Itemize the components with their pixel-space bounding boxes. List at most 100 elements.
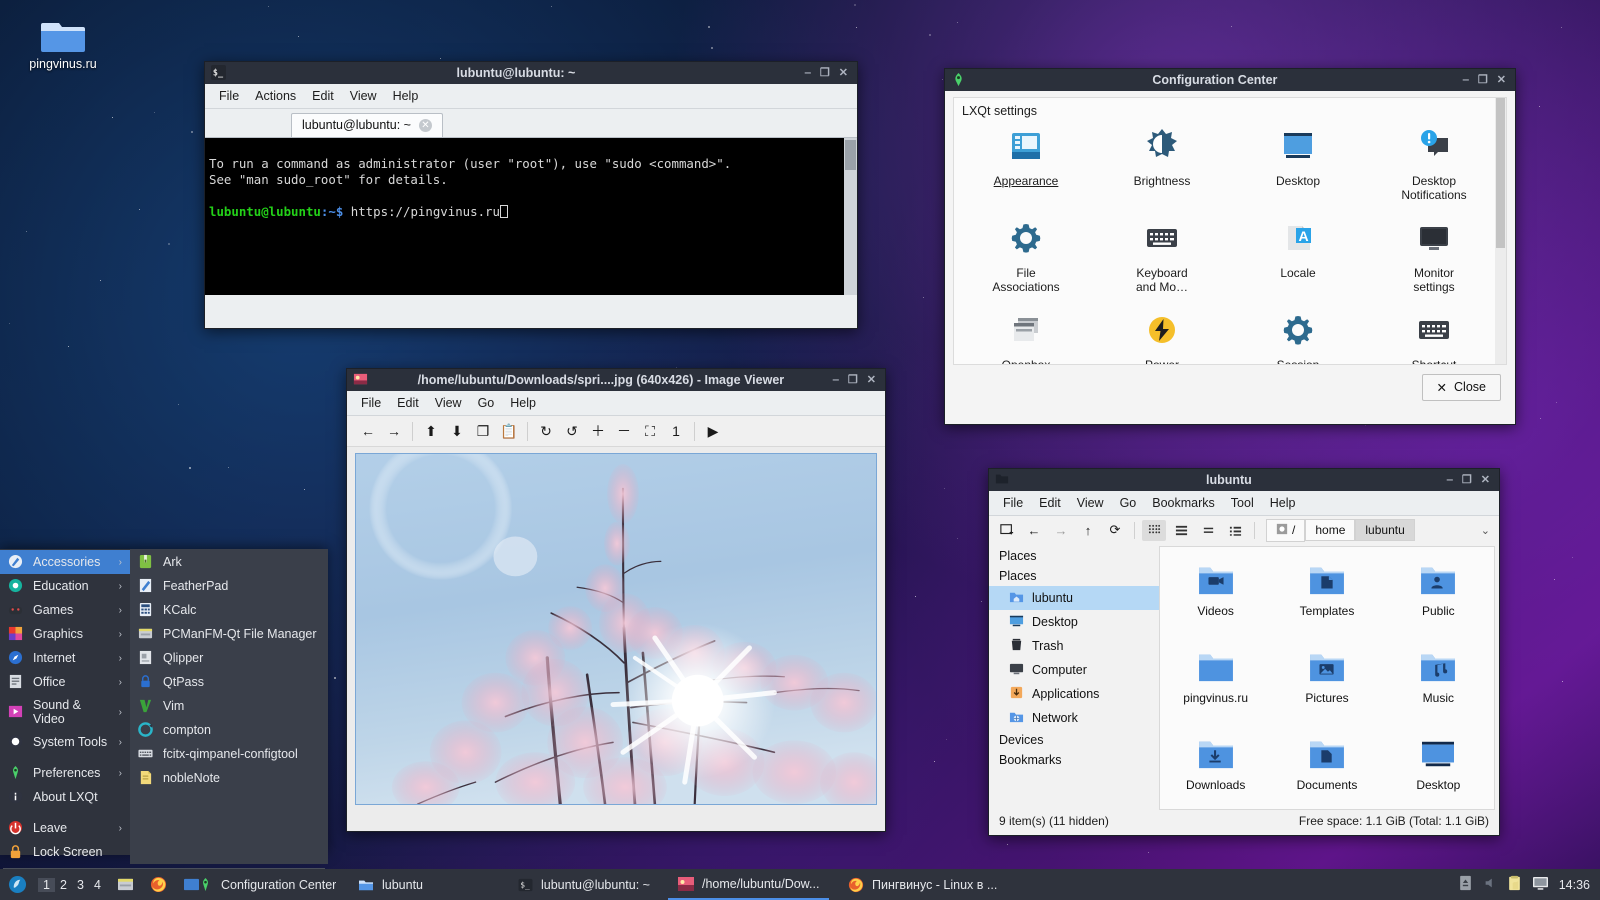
- rotate-left-icon[interactable]: ↺: [559, 420, 585, 442]
- eject-icon[interactable]: [1458, 875, 1473, 894]
- terminal-tabbar[interactable]: lubuntu@lubuntu: ~ ✕: [205, 109, 857, 138]
- close-button[interactable]: ✕ Close: [1421, 373, 1501, 401]
- menu-app-ark[interactable]: Ark: [130, 550, 328, 574]
- config-item-power-management[interactable]: Power Management: [1094, 306, 1230, 364]
- config-item-openbox-settings[interactable]: Openbox Settings: [958, 306, 1094, 364]
- config-item-keyboard-and-mo[interactable]: Keyboard and Mo…: [1094, 214, 1230, 300]
- maximize-button[interactable]: ❐: [1478, 74, 1488, 86]
- clipboard-icon[interactable]: [1507, 875, 1522, 894]
- menu-tool[interactable]: Tool: [1223, 493, 1262, 513]
- task-button-3[interactable]: /home/lubuntu/Dow...: [668, 869, 830, 900]
- menu-app-qtpass[interactable]: QtPass: [130, 670, 328, 694]
- menu-category-about-lxqt[interactable]: About LXQt: [0, 785, 130, 809]
- forward-icon[interactable]: →: [1049, 520, 1073, 541]
- firefox-launcher-icon[interactable]: [142, 869, 175, 900]
- minimize-button[interactable]: ‒: [1463, 74, 1469, 86]
- new-tab-icon[interactable]: [995, 520, 1019, 541]
- workspace-3[interactable]: 3: [72, 878, 89, 892]
- thumbnail-view-icon[interactable]: [1169, 520, 1193, 541]
- menu-go[interactable]: Go: [470, 393, 503, 413]
- display-icon[interactable]: [1532, 876, 1549, 894]
- maximize-button[interactable]: ❐: [848, 374, 858, 386]
- detailed-list-view-icon[interactable]: [1223, 520, 1247, 541]
- start-menu[interactable]: Accessories › Education › Games › Graphics › Int…: [0, 549, 328, 892]
- slideshow-icon[interactable]: ▶: [700, 420, 726, 442]
- file-item-desktop[interactable]: Desktop: [1383, 722, 1494, 809]
- terminal-titlebar[interactable]: $_ lubuntu@lubuntu: ~ ‒ ❐ ✕: [205, 62, 857, 84]
- menu-app-pcmanfm-qt-file-manager[interactable]: PCManFM-Qt File Manager: [130, 622, 328, 646]
- workspace-4[interactable]: 4: [89, 878, 106, 892]
- maximize-button[interactable]: ❐: [820, 67, 830, 79]
- file-manager-menubar[interactable]: File Edit View Go Bookmarks Tool Help: [989, 491, 1499, 516]
- config-item-locale[interactable]: A Locale: [1230, 214, 1366, 300]
- system-tray[interactable]: 14:36: [1458, 875, 1600, 894]
- minimize-button[interactable]: ‒: [833, 374, 839, 386]
- places-list[interactable]: lubuntu Desktop Trash Computer Applications N…: [989, 586, 1159, 730]
- menu-app-featherpad[interactable]: FeatherPad: [130, 574, 328, 598]
- next-icon[interactable]: →: [381, 420, 407, 442]
- place-item-network[interactable]: Network: [989, 706, 1159, 730]
- menu-category-leave[interactable]: Leave ›: [0, 816, 130, 840]
- menu-category-lock-screen[interactable]: Lock Screen: [0, 840, 130, 864]
- file-item-downloads[interactable]: Downloads: [1160, 722, 1271, 809]
- file-item-pingvinus-ru[interactable]: pingvinus.ru: [1160, 634, 1271, 721]
- task-button-0[interactable]: Configuration Center: [188, 869, 346, 900]
- menu-go[interactable]: Go: [1112, 493, 1145, 513]
- minimize-button[interactable]: ‒: [805, 67, 811, 79]
- file-item-templates[interactable]: Templates: [1271, 547, 1382, 634]
- terminal-tab[interactable]: lubuntu@lubuntu: ~ ✕: [291, 113, 443, 137]
- file-item-videos[interactable]: Videos: [1160, 547, 1271, 634]
- file-manager-titlebar[interactable]: lubuntu ‒ ❐ ✕: [989, 469, 1499, 491]
- config-titlebar[interactable]: Configuration Center ‒ ❐ ✕: [945, 69, 1515, 91]
- paste-icon[interactable]: 📋: [496, 420, 522, 442]
- menu-help[interactable]: Help: [385, 86, 427, 106]
- file-manager-toolbar[interactable]: ← → ↑ ⟳ / home lubuntu ⌄: [989, 516, 1499, 544]
- zoom-in-icon[interactable]: ＋: [585, 420, 611, 442]
- task-button-1[interactable]: lubuntu: [348, 869, 433, 900]
- menu-category-preferences[interactable]: Preferences ›: [0, 761, 130, 785]
- file-item-public[interactable]: Public: [1383, 547, 1494, 634]
- compact-view-icon[interactable]: [1196, 520, 1220, 541]
- breadcrumb[interactable]: / home lubuntu: [1266, 518, 1415, 542]
- maximize-button[interactable]: ❐: [1462, 474, 1472, 486]
- save-as-icon[interactable]: ⬇: [444, 420, 470, 442]
- menu-category-games[interactable]: Games ›: [0, 598, 130, 622]
- image-viewer-toolbar[interactable]: ← → ⬆ ⬇ ❐ 📋 ↻ ↺ ＋－ ⛶ 1 ▶: [347, 416, 885, 447]
- close-button[interactable]: ✕: [867, 374, 876, 386]
- file-item-pictures[interactable]: Pictures: [1271, 634, 1382, 721]
- menu-category-education[interactable]: Education ›: [0, 574, 130, 598]
- volume-icon[interactable]: [1483, 876, 1497, 893]
- close-button[interactable]: ✕: [1481, 474, 1490, 486]
- workspace-1[interactable]: 1: [38, 877, 55, 892]
- config-scrollbar[interactable]: [1495, 98, 1506, 364]
- breadcrumb-root[interactable]: /: [1266, 518, 1306, 542]
- start-menu-applications[interactable]: Ark FeatherPad KCalc PCManFM-Qt File Manage…: [130, 549, 328, 864]
- menu-edit[interactable]: Edit: [304, 86, 342, 106]
- workspace-2[interactable]: 2: [55, 878, 72, 892]
- actual-size-icon[interactable]: 1: [663, 420, 689, 442]
- menu-category-sound-video[interactable]: Sound & Video ›: [0, 694, 130, 730]
- menu-edit[interactable]: Edit: [389, 393, 427, 413]
- place-item-lubuntu[interactable]: lubuntu: [989, 586, 1159, 610]
- menu-file[interactable]: File: [353, 393, 389, 413]
- place-item-computer[interactable]: Computer: [989, 658, 1159, 682]
- menu-edit[interactable]: Edit: [1031, 493, 1069, 513]
- menu-help[interactable]: Help: [1262, 493, 1304, 513]
- task-button-4[interactable]: Пингвинус - Linux в ...: [838, 869, 1007, 900]
- place-item-applications[interactable]: Applications: [989, 682, 1159, 706]
- breadcrumb-lubuntu[interactable]: lubuntu: [1355, 519, 1415, 541]
- menu-bookmarks[interactable]: Bookmarks: [1144, 493, 1223, 513]
- config-item-monitor-settings[interactable]: Monitor settings: [1366, 214, 1502, 300]
- config-item-desktop-notifications[interactable]: Desktop Notifications: [1366, 122, 1502, 208]
- file-manager-launcher-icon[interactable]: [109, 869, 142, 900]
- terminal-menubar[interactable]: File Actions Edit View Help: [205, 84, 857, 109]
- image-viewer-titlebar[interactable]: /home/lubuntu/Downloads/spri....jpg (640…: [347, 369, 885, 391]
- task-button-2[interactable]: $_ lubuntu@lubuntu: ~: [508, 869, 660, 900]
- reload-icon[interactable]: ⟳: [1103, 520, 1127, 541]
- config-item-desktop[interactable]: Desktop: [1230, 122, 1366, 208]
- menu-view[interactable]: View: [342, 86, 385, 106]
- menu-app-qlipper[interactable]: Qlipper: [130, 646, 328, 670]
- file-manager-window[interactable]: lubuntu ‒ ❐ ✕ File Edit View Go Bookmarks Too…: [988, 468, 1500, 836]
- place-item-trash[interactable]: Trash: [989, 634, 1159, 658]
- breadcrumb-home[interactable]: home: [1305, 519, 1356, 541]
